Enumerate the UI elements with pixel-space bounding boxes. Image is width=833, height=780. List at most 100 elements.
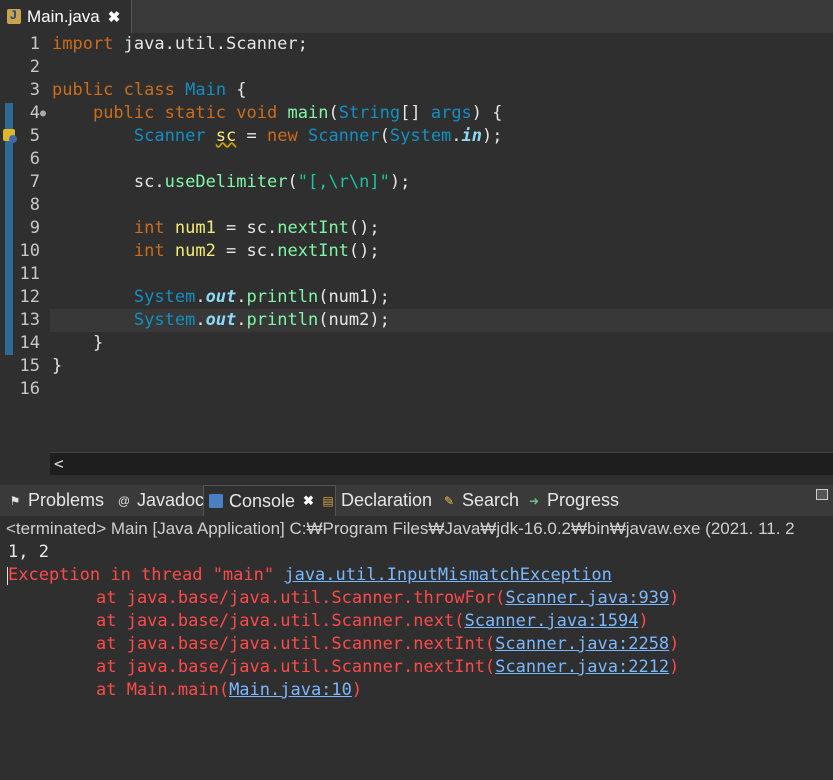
method-name: main: [287, 103, 329, 123]
code-line: System.out.println(num2);: [52, 309, 390, 332]
line-number: 8: [29, 195, 40, 215]
code-text: }: [92, 333, 104, 353]
tab-label: Search: [462, 490, 520, 510]
stack-frame-end: ): [638, 611, 649, 631]
line-number: 14: [19, 333, 40, 353]
code-text: sc: [133, 172, 155, 192]
type-name: System: [389, 126, 452, 146]
keyword: class: [123, 80, 175, 100]
line-number: 11: [19, 264, 40, 284]
code-text: (: [318, 287, 329, 307]
line-number: 7: [29, 172, 40, 192]
method-name: println: [246, 287, 319, 307]
stack-frame-link[interactable]: Main.java:10: [229, 680, 352, 700]
fold-toggle-icon[interactable]: ●: [40, 102, 48, 125]
tab-label: Console: [229, 490, 296, 511]
stack-frame-link[interactable]: Scanner.java:2212: [495, 657, 669, 677]
console-status-line: <terminated> Main [Java Application] C:₩…: [0, 517, 833, 541]
code-text: num2: [328, 310, 370, 330]
tab-console[interactable]: Console ✖: [203, 485, 336, 516]
code-line: Scanner sc = new Scanner(System.in);: [52, 125, 503, 148]
line-number: 12: [19, 287, 40, 307]
code-text: );: [369, 287, 390, 307]
type-name: System: [133, 310, 196, 330]
tab-label: Progress: [547, 490, 620, 510]
variable-name: num1: [174, 218, 216, 238]
tab-javadoc[interactable]: @ Javadoc: [117, 485, 204, 516]
code-text: java.util.Scanner;: [113, 34, 308, 54]
stack-trace-line: at Main.main(Main.java:10): [8, 679, 362, 702]
code-text: num1: [328, 287, 370, 307]
editor-tab-bar: Main.java ✖: [0, 0, 833, 33]
code-text: );: [482, 126, 503, 146]
type-name: Scanner: [307, 126, 380, 146]
line-number: 16: [19, 379, 40, 399]
method-name: useDelimiter: [164, 172, 288, 192]
stack-frame-text: at java.base/java.util.Scanner.next(: [96, 611, 465, 631]
javadoc-icon: @: [117, 493, 131, 508]
keyword: static: [164, 103, 227, 123]
tab-progress[interactable]: ➜ Progress: [527, 485, 619, 516]
tab-search[interactable]: ✎ Search: [442, 485, 519, 516]
code-text: =: [215, 218, 247, 238]
stack-frame-link[interactable]: Scanner.java:1594: [464, 611, 638, 631]
console-output[interactable]: 1, 2 Exception in thread "main" java.uti…: [0, 541, 833, 780]
code-text: .: [154, 172, 165, 192]
console-icon: [209, 494, 223, 508]
code-text: .: [267, 241, 278, 261]
tab-label: Problems: [28, 490, 105, 510]
console-input-echo: 1, 2: [8, 542, 49, 562]
line-number: 3: [29, 80, 40, 100]
tab-declaration[interactable]: ▤ Declaration: [321, 485, 432, 516]
keyword: new: [267, 126, 298, 146]
exception-class-link[interactable]: java.util.InputMismatchException: [284, 565, 612, 585]
minimize-view-icon[interactable]: [816, 489, 828, 500]
code-text: ();: [348, 218, 380, 238]
stack-frame-link[interactable]: Scanner.java:2258: [495, 634, 669, 654]
code-text: (: [287, 172, 298, 192]
scroll-left-arrow-icon[interactable]: <: [54, 453, 64, 475]
tab-problems[interactable]: ⚑ Problems: [8, 485, 104, 516]
code-text: .: [236, 310, 247, 330]
horizontal-scrollbar[interactable]: <: [50, 452, 833, 475]
code-editor[interactable]: 1 2 3 4 ● 5 6 7 8 9 10 11 12 13 14 15 16…: [0, 33, 833, 481]
type-name: String: [338, 103, 401, 123]
code-text: .: [236, 287, 247, 307]
code-text: .: [451, 126, 462, 146]
variable-name: num2: [174, 241, 216, 261]
keyword: int: [133, 218, 165, 238]
static-field: out: [205, 310, 237, 330]
line-number: 15: [19, 356, 40, 376]
console-exception-line: Exception in thread "main" java.util.Inp…: [8, 564, 612, 587]
code-text: sc: [246, 241, 268, 261]
editor-tab-main-java[interactable]: Main.java ✖: [0, 0, 132, 33]
code-line: System.out.println(num1);: [52, 286, 390, 309]
tab-label: Declaration: [341, 490, 433, 510]
type-name: Scanner: [133, 126, 206, 146]
code-text: sc: [246, 218, 268, 238]
close-icon[interactable]: ✖: [303, 493, 314, 509]
stack-trace-line: at java.base/java.util.Scanner.throwFor(…: [8, 587, 679, 610]
code-line: int num2 = sc.nextInt();: [52, 240, 380, 263]
close-icon[interactable]: ✖: [108, 8, 121, 26]
code-line: import java.util.Scanner;: [52, 33, 308, 56]
line-number: 5: [29, 126, 40, 146]
code-line: int num1 = sc.nextInt();: [52, 217, 380, 240]
code-text: .: [195, 287, 206, 307]
progress-icon: ➜: [528, 493, 540, 508]
keyword: int: [133, 241, 165, 261]
code-line: }: [52, 332, 103, 355]
stack-frame-end: ): [669, 657, 680, 677]
code-text: {: [226, 80, 247, 100]
java-file-icon: [7, 8, 21, 24]
code-text: ) {: [471, 103, 503, 123]
code-text: );: [389, 172, 411, 192]
code-line: sc.useDelimiter("[,\r\n]");: [52, 171, 410, 194]
code-text: .: [267, 218, 278, 238]
stack-trace-line: at java.base/java.util.Scanner.nextInt(S…: [8, 656, 679, 679]
stack-frame-end: ): [669, 634, 680, 654]
code-line: public class Main {: [52, 79, 247, 102]
stack-frame-link[interactable]: Scanner.java:939: [505, 588, 669, 608]
keyword: public: [52, 80, 114, 100]
line-number: 10: [19, 241, 40, 261]
